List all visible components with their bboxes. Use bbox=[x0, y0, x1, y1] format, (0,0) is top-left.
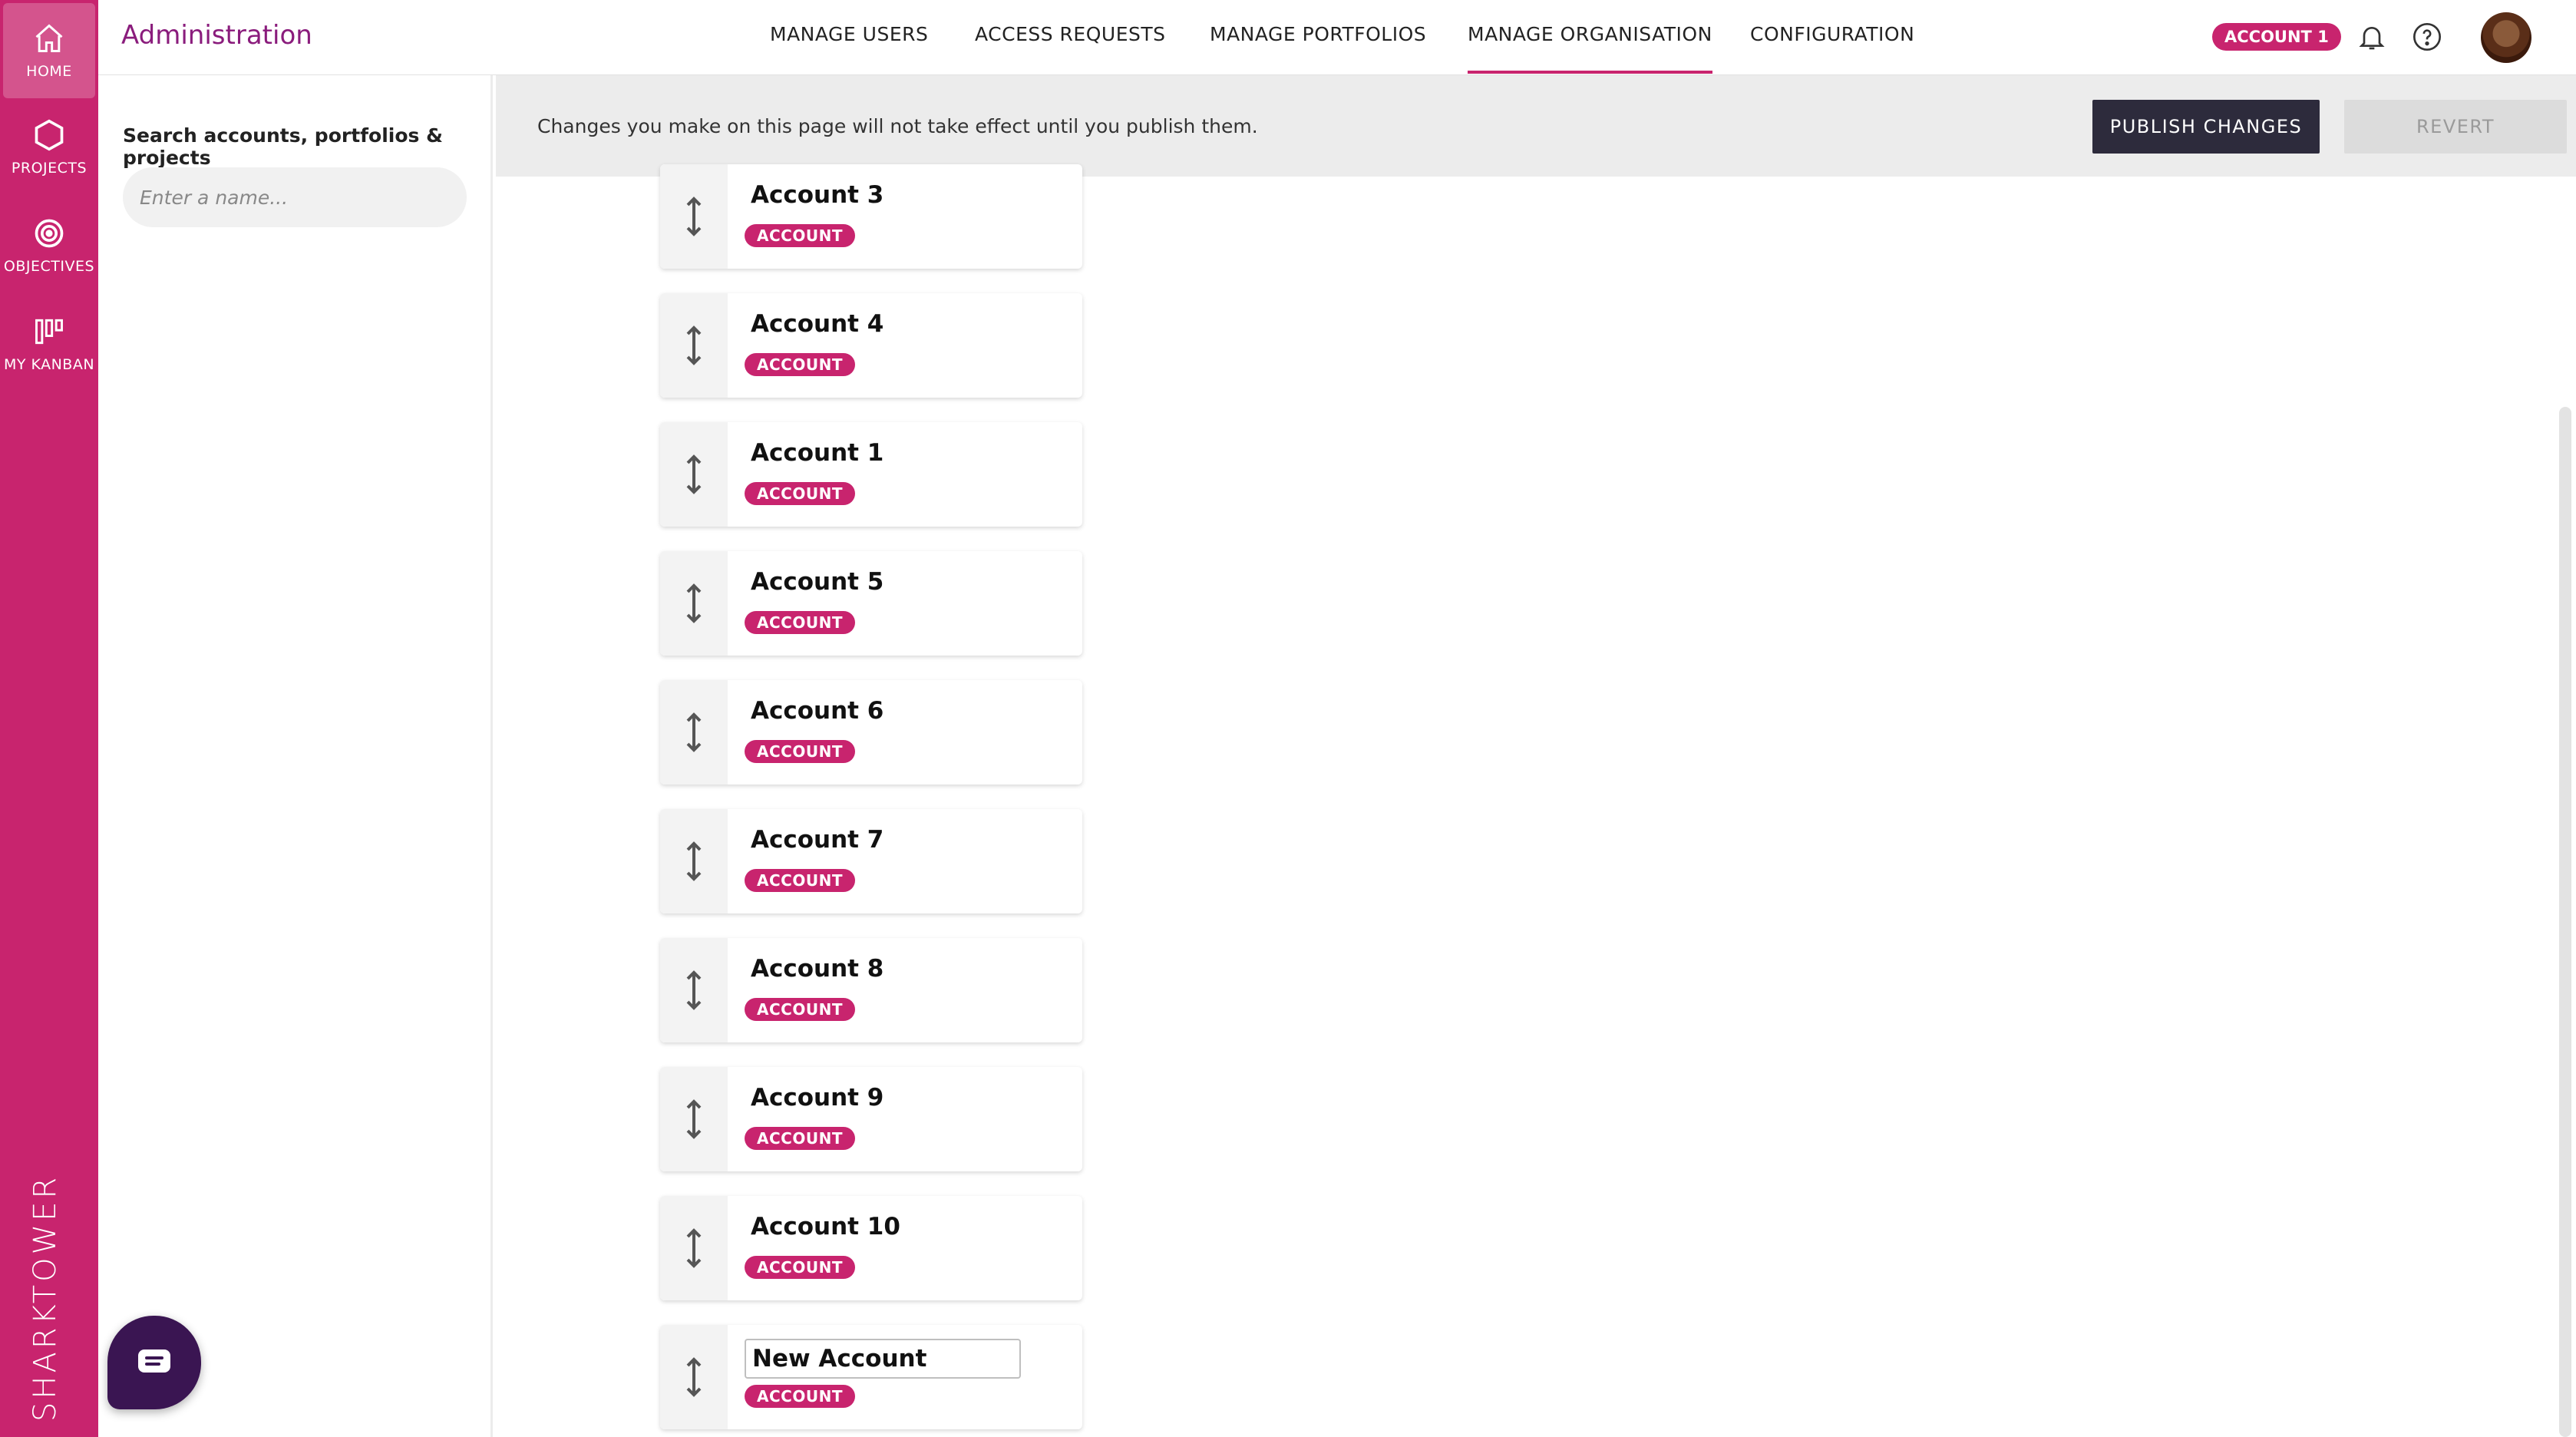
account-badge: ACCOUNT bbox=[745, 740, 855, 763]
rail-item-home[interactable]: HOME bbox=[3, 3, 95, 98]
drag-vertical-icon bbox=[686, 1357, 702, 1397]
account-badge: ACCOUNT bbox=[745, 353, 855, 376]
account-name: Account 3 bbox=[751, 181, 884, 209]
chat-icon bbox=[138, 1349, 170, 1373]
drag-handle[interactable] bbox=[660, 938, 728, 1042]
account-badge: ACCOUNT bbox=[745, 1127, 855, 1150]
account-card[interactable]: Account 7 ACCOUNT bbox=[660, 809, 1082, 913]
account-name: Account 6 bbox=[751, 697, 884, 725]
top-bar: Administration MANAGE USERS ACCESS REQUE… bbox=[98, 0, 2576, 75]
tab-manage-users[interactable]: MANAGE USERS bbox=[770, 23, 928, 45]
rail-item-objectives[interactable]: OBJECTIVES bbox=[0, 198, 98, 293]
drag-handle[interactable] bbox=[660, 809, 728, 913]
account-badge: ACCOUNT bbox=[745, 1256, 855, 1279]
tab-access-requests[interactable]: ACCESS REQUESTS bbox=[975, 23, 1166, 45]
account-card[interactable]: Account 3 ACCOUNT bbox=[660, 164, 1082, 269]
revert-button[interactable]: REVERT bbox=[2344, 100, 2567, 154]
rail-label-home: HOME bbox=[26, 63, 72, 80]
account-name: Account 9 bbox=[751, 1084, 884, 1112]
drag-vertical-icon bbox=[686, 325, 702, 365]
publish-changes-button[interactable]: PUBLISH CHANGES bbox=[2092, 100, 2320, 154]
kanban-icon bbox=[35, 319, 63, 345]
rail-item-projects[interactable]: PROJECTS bbox=[0, 100, 98, 195]
account-name: Account 10 bbox=[751, 1213, 900, 1240]
drag-handle[interactable] bbox=[660, 164, 728, 269]
avatar[interactable] bbox=[2481, 12, 2531, 63]
unpublished-notice-bar: Changes you make on this page will not t… bbox=[496, 75, 2576, 177]
account-name: Account 1 bbox=[751, 439, 884, 467]
drag-vertical-icon bbox=[686, 197, 702, 236]
account-card[interactable]: Account 10 ACCOUNT bbox=[660, 1196, 1082, 1300]
drag-vertical-icon bbox=[686, 454, 702, 494]
rail-item-my-kanban[interactable]: MY KANBAN bbox=[0, 296, 98, 391]
account-badge: ACCOUNT bbox=[745, 611, 855, 634]
account-name: Account 7 bbox=[751, 826, 884, 854]
account-badge: ACCOUNT bbox=[745, 998, 855, 1021]
home-icon bbox=[35, 24, 63, 52]
new-account-name-input[interactable] bbox=[745, 1339, 1021, 1379]
account-card[interactable]: Account 6 ACCOUNT bbox=[660, 680, 1082, 785]
rail-label-projects: PROJECTS bbox=[11, 160, 88, 177]
drag-vertical-icon bbox=[686, 583, 702, 623]
drag-handle[interactable] bbox=[660, 1325, 728, 1429]
account-card[interactable]: Account 4 ACCOUNT bbox=[660, 293, 1082, 398]
drag-handle[interactable] bbox=[660, 551, 728, 656]
scrollbar[interactable] bbox=[2559, 407, 2571, 1437]
account-badge: ACCOUNT bbox=[745, 869, 855, 892]
drag-vertical-icon bbox=[686, 1099, 702, 1139]
brand-text: SHARKTOWER bbox=[28, 1174, 63, 1422]
account-switcher[interactable]: ACCOUNT 1 bbox=[2212, 23, 2341, 51]
drag-handle[interactable] bbox=[660, 422, 728, 527]
rail-label-objectives: OBJECTIVES bbox=[3, 258, 95, 275]
account-card[interactable]: Account 5 ACCOUNT bbox=[660, 551, 1082, 656]
hexagon-icon bbox=[35, 119, 64, 151]
tab-configuration[interactable]: CONFIGURATION bbox=[1750, 23, 1914, 45]
page-title: Administration bbox=[121, 20, 312, 51]
drag-handle[interactable] bbox=[660, 1196, 728, 1300]
tab-manage-organisation[interactable]: MANAGE ORGANISATION bbox=[1468, 23, 1712, 74]
tab-manage-portfolios[interactable]: MANAGE PORTFOLIOS bbox=[1210, 23, 1426, 45]
account-badge: ACCOUNT bbox=[745, 1385, 855, 1408]
rail-label-my-kanban: MY KANBAN bbox=[3, 356, 95, 373]
bell-icon[interactable] bbox=[2356, 21, 2387, 52]
drag-handle[interactable] bbox=[660, 1067, 728, 1171]
drag-handle[interactable] bbox=[660, 293, 728, 398]
account-name: Account 4 bbox=[751, 310, 884, 338]
account-name: Account 5 bbox=[751, 568, 884, 596]
drag-vertical-icon bbox=[686, 841, 702, 881]
help-icon[interactable] bbox=[2412, 21, 2442, 52]
account-card[interactable]: Account 9 ACCOUNT bbox=[660, 1067, 1082, 1171]
notice-text: Changes you make on this page will not t… bbox=[537, 115, 1258, 137]
search-input[interactable] bbox=[123, 167, 467, 227]
target-icon bbox=[35, 219, 64, 248]
search-panel: Search accounts, portfolios & projects bbox=[98, 75, 493, 1437]
drag-vertical-icon bbox=[686, 970, 702, 1010]
account-card[interactable]: Account 8 ACCOUNT bbox=[660, 938, 1082, 1042]
drag-vertical-icon bbox=[686, 712, 702, 752]
account-badge: ACCOUNT bbox=[745, 224, 855, 247]
chat-widget-button[interactable] bbox=[107, 1316, 201, 1409]
account-name: Account 8 bbox=[751, 955, 884, 983]
new-account-card[interactable]: ACCOUNT bbox=[660, 1325, 1082, 1429]
account-badge: ACCOUNT bbox=[745, 482, 855, 505]
search-label: Search accounts, portfolios & projects bbox=[123, 124, 443, 169]
drag-vertical-icon bbox=[686, 1228, 702, 1268]
drag-handle[interactable] bbox=[660, 680, 728, 785]
account-card[interactable]: Account 1 ACCOUNT bbox=[660, 422, 1082, 527]
left-rail: HOME PROJECTS OBJECTIVES MY KANBAN SHARK… bbox=[0, 0, 98, 1437]
